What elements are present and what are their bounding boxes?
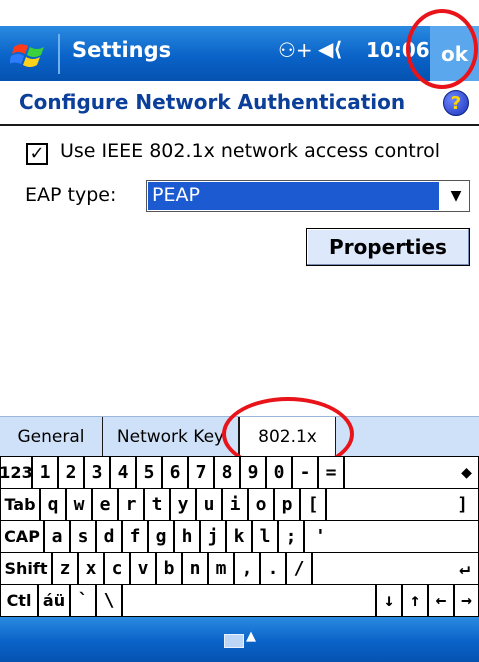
key-u[interactable]: u	[197, 489, 221, 520]
key-t[interactable]: t	[145, 489, 169, 520]
key-k[interactable]: k	[227, 521, 251, 552]
key-right-bracket[interactable]: ]	[327, 489, 478, 520]
key-7[interactable]: 7	[189, 457, 213, 488]
title-separator	[58, 34, 60, 74]
key-apostrophe[interactable]: '	[305, 521, 478, 552]
keyboard-icon[interactable]	[224, 634, 244, 648]
key-f[interactable]: f	[123, 521, 147, 552]
key-g[interactable]: g	[149, 521, 173, 552]
properties-button[interactable]: Properties	[306, 228, 470, 266]
clock-time[interactable]: 10:06	[366, 38, 430, 62]
key-a[interactable]: a	[45, 521, 69, 552]
key-period[interactable]: .	[261, 553, 285, 584]
key-n[interactable]: n	[183, 553, 207, 584]
key-backtick[interactable]: `	[71, 585, 95, 616]
key-enter[interactable]: ↵	[313, 553, 478, 584]
eap-type-select[interactable]: PEAP ▼	[146, 180, 470, 212]
key-0[interactable]: 0	[267, 457, 291, 488]
eap-type-value: PEAP	[148, 182, 439, 210]
key-2[interactable]: 2	[59, 457, 83, 488]
soft-keyboard: 123 1 2 3 4 5 6 7 8 9 0 - = ◆ Tab q w e …	[0, 456, 479, 617]
key-caps[interactable]: CAP	[1, 521, 43, 552]
heading-divider	[0, 124, 479, 126]
key-r[interactable]: r	[119, 489, 143, 520]
key-arrow-right[interactable]: →	[455, 585, 478, 616]
key-4[interactable]: 4	[111, 457, 135, 488]
key-arrow-left[interactable]: ←	[429, 585, 453, 616]
volume-icon[interactable]: ◀⟨	[318, 37, 343, 61]
keyboard-row: 123 1 2 3 4 5 6 7 8 9 0 - = ◆	[0, 457, 479, 488]
key-ctrl[interactable]: Ctl	[1, 585, 37, 616]
key-equals[interactable]: =	[319, 457, 343, 488]
help-icon[interactable]: ?	[443, 90, 469, 116]
keyboard-row: Shift z x c v b n m , . / ↵	[0, 553, 479, 584]
key-123[interactable]: 123	[1, 457, 31, 488]
tab-network-key[interactable]: Network Key	[103, 417, 239, 457]
ieee-8021x-checkbox[interactable]: ✓	[26, 143, 48, 165]
key-w[interactable]: w	[67, 489, 91, 520]
key-slash[interactable]: /	[287, 553, 311, 584]
key-3[interactable]: 3	[85, 457, 109, 488]
key-i[interactable]: i	[223, 489, 247, 520]
key-e[interactable]: e	[93, 489, 117, 520]
key-c[interactable]: c	[105, 553, 129, 584]
key-tab[interactable]: Tab	[1, 489, 39, 520]
app-title: Settings	[72, 38, 172, 62]
tab-8021x[interactable]: 802.1x	[239, 417, 336, 457]
key-backspace[interactable]: ◆	[345, 457, 478, 488]
key-z[interactable]: z	[53, 553, 77, 584]
key-minus[interactable]: -	[293, 457, 317, 488]
key-v[interactable]: v	[131, 553, 155, 584]
sip-menu-arrow-icon[interactable]: ▲	[246, 629, 256, 644]
key-6[interactable]: 6	[163, 457, 187, 488]
tab-bar: General Network Key 802.1x	[0, 416, 479, 457]
key-d[interactable]: d	[97, 521, 121, 552]
key-arrow-down[interactable]: ↓	[377, 585, 401, 616]
keyboard-row: Tab q w e r t y u i o p [ ]	[0, 489, 479, 520]
keyboard-row: Ctl áü ` \ ↓ ↑ ← →	[0, 585, 479, 616]
key-y[interactable]: y	[171, 489, 195, 520]
key-8[interactable]: 8	[215, 457, 239, 488]
ieee-8021x-checkbox-label: Use IEEE 802.1x network access control	[60, 140, 440, 162]
key-b[interactable]: b	[157, 553, 181, 584]
eap-type-label: EAP type:	[25, 184, 117, 206]
key-9[interactable]: 9	[241, 457, 265, 488]
key-s[interactable]: s	[71, 521, 95, 552]
page-heading: Configure Network Authentication	[19, 90, 406, 114]
chevron-down-icon[interactable]: ▼	[443, 181, 469, 211]
key-x[interactable]: x	[79, 553, 103, 584]
key-semicolon[interactable]: ;	[279, 521, 303, 552]
keyboard-row: CAP a s d f g h j k l ; '	[0, 521, 479, 552]
bottom-menu-bar: ▲	[0, 617, 479, 662]
key-m[interactable]: m	[209, 553, 233, 584]
key-comma[interactable]: ,	[235, 553, 259, 584]
key-backslash[interactable]: \	[97, 585, 121, 616]
key-l[interactable]: l	[253, 521, 277, 552]
key-space[interactable]	[123, 585, 375, 616]
key-shift[interactable]: Shift	[1, 553, 51, 584]
top-margin	[0, 0, 479, 26]
key-intl[interactable]: áü	[39, 585, 69, 616]
key-j[interactable]: j	[201, 521, 225, 552]
tab-general[interactable]: General	[0, 417, 103, 457]
key-h[interactable]: h	[175, 521, 199, 552]
key-arrow-up[interactable]: ↑	[403, 585, 427, 616]
windows-start-icon[interactable]	[10, 39, 52, 69]
ok-button[interactable]: ok	[430, 26, 479, 81]
key-o[interactable]: o	[249, 489, 273, 520]
title-bar: Settings ⚇+ ◀⟨ 10:06 ok	[0, 26, 479, 81]
key-q[interactable]: q	[41, 489, 65, 520]
key-left-bracket[interactable]: [	[301, 489, 325, 520]
key-p[interactable]: p	[275, 489, 299, 520]
key-5[interactable]: 5	[137, 457, 161, 488]
connectivity-icon[interactable]: ⚇+	[278, 38, 313, 62]
key-1[interactable]: 1	[33, 457, 57, 488]
